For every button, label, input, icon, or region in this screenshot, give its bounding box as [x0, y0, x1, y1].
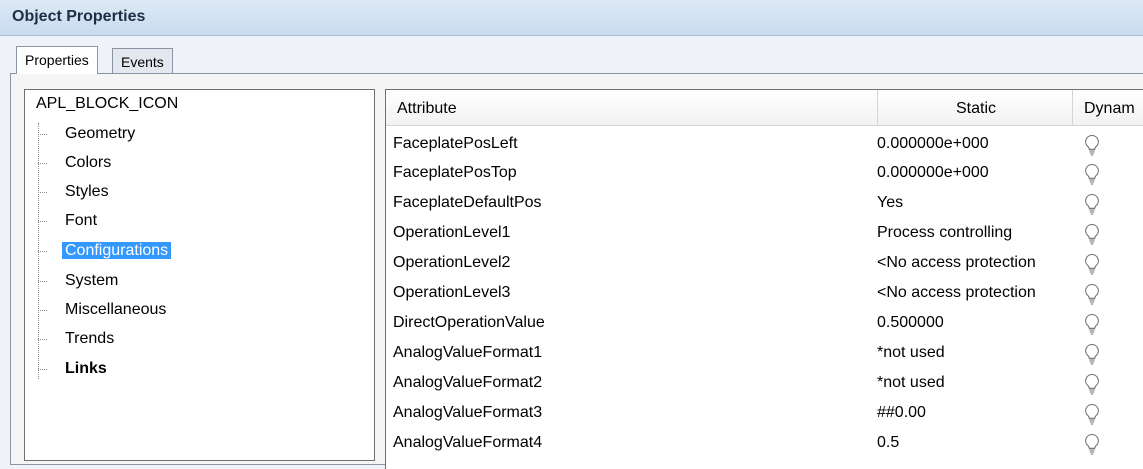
table-row[interactable]: AnalogValueFormat1 *not used [386, 338, 1143, 369]
lightbulb-icon[interactable] [1083, 134, 1101, 156]
attribute-cell: OperationLevel1 [393, 224, 511, 241]
static-value-cell[interactable]: Yes [877, 194, 903, 212]
column-header-dynamic[interactable]: Dynam [1084, 100, 1135, 118]
tree-item-label: Colors [65, 154, 112, 171]
lightbulb-icon[interactable] [1083, 373, 1101, 395]
column-header-attribute[interactable]: Attribute [397, 100, 457, 118]
tree-item-label: Geometry [65, 125, 136, 142]
attribute-cell: FaceplatePosTop [393, 164, 517, 181]
tab-events[interactable]: Events [112, 48, 173, 74]
tree-item-font[interactable]: Font [38, 210, 100, 232]
attribute-cell: OperationLevel3 [393, 284, 511, 301]
static-value-cell[interactable]: *not used [877, 374, 945, 392]
tree-item-colors[interactable]: Colors [38, 152, 114, 174]
tree-item-trends[interactable]: Trends [38, 328, 117, 350]
category-tree: APL_BLOCK_ICON Geometry Colors Styles Fo… [24, 89, 375, 461]
tree-root[interactable]: APL_BLOCK_ICON [36, 95, 178, 113]
tree-item-label: Font [65, 212, 98, 229]
lightbulb-icon[interactable] [1083, 343, 1101, 365]
static-value-cell[interactable]: 0.5 [877, 434, 899, 452]
tab-properties[interactable]: Properties [16, 46, 98, 74]
static-value-cell[interactable]: <No access protection [877, 254, 1036, 272]
attribute-cell: DirectOperationValue [393, 314, 545, 331]
tree-item-label: Links [65, 360, 107, 377]
lightbulb-icon[interactable] [1083, 403, 1101, 425]
attribute-cell: AnalogValueFormat4 [393, 434, 543, 451]
table-row[interactable]: FaceplatePosLeft 0.000000e+000 [386, 129, 1143, 160]
lightbulb-icon[interactable] [1083, 313, 1101, 335]
tree-item-label: Miscellaneous [65, 301, 167, 318]
lightbulb-icon[interactable] [1083, 283, 1101, 305]
static-value-cell[interactable]: 0.000000e+000 [877, 164, 989, 182]
lightbulb-icon[interactable] [1083, 163, 1101, 185]
column-separator[interactable] [1072, 90, 1073, 126]
tree-item-links[interactable]: Links [38, 358, 110, 380]
static-value-cell[interactable]: ##0.00 [877, 404, 926, 422]
table-row[interactable]: FaceplateDefaultPos Yes [386, 188, 1143, 219]
table-row[interactable]: DirectOperationValue 0.500000 [386, 308, 1143, 339]
tree-item-label: Styles [65, 183, 109, 200]
tree-item-styles[interactable]: Styles [38, 181, 112, 203]
tree-item-system[interactable]: System [38, 270, 121, 292]
static-value-cell[interactable]: Process controlling [877, 224, 1012, 242]
attribute-cell: FaceplatePosLeft [393, 135, 518, 152]
tree-item-label: System [65, 272, 119, 289]
tree-item-miscellaneous[interactable]: Miscellaneous [38, 299, 169, 321]
table-row[interactable]: AnalogValueFormat4 0.5 [386, 428, 1143, 459]
tree-item-configurations[interactable]: Configurations [38, 240, 172, 262]
lightbulb-icon[interactable] [1083, 433, 1101, 455]
attribute-cell: FaceplateDefaultPos [393, 194, 542, 211]
tree-item-geometry[interactable]: Geometry [38, 123, 138, 145]
static-value-cell[interactable]: 0.500000 [877, 314, 944, 332]
lightbulb-icon[interactable] [1083, 253, 1101, 275]
table-header: Attribute Static Dynam [386, 90, 1143, 126]
static-value-cell[interactable]: 0.000000e+000 [877, 135, 989, 153]
table-row[interactable]: OperationLevel2 <No access protection [386, 248, 1143, 279]
attribute-cell: AnalogValueFormat1 [393, 344, 543, 361]
window-title: Object Properties [12, 8, 146, 25]
table-row[interactable]: AnalogValueFormat2 *not used [386, 368, 1143, 399]
attribute-table: Attribute Static Dynam FaceplatePosLeft … [385, 89, 1143, 469]
table-row[interactable]: OperationLevel3 <No access protection [386, 278, 1143, 309]
lightbulb-icon[interactable] [1083, 223, 1101, 245]
tree-item-label: Trends [65, 330, 115, 347]
lightbulb-icon[interactable] [1083, 193, 1101, 215]
column-separator[interactable] [877, 90, 878, 126]
static-value-cell[interactable]: <No access protection [877, 284, 1036, 302]
table-row[interactable]: OperationLevel1 Process controlling [386, 218, 1143, 249]
static-value-cell[interactable]: *not used [877, 344, 945, 362]
tree-item-label: Configurations [62, 242, 172, 259]
table-row[interactable]: FaceplatePosTop 0.000000e+000 [386, 158, 1143, 189]
attribute-cell: AnalogValueFormat2 [393, 374, 543, 391]
attribute-cell: OperationLevel2 [393, 254, 511, 271]
attribute-cell: AnalogValueFormat3 [393, 404, 543, 421]
window-titlebar: Object Properties [0, 0, 1143, 36]
column-header-static[interactable]: Static [956, 100, 996, 118]
table-row[interactable]: AnalogValueFormat3 ##0.00 [386, 398, 1143, 429]
